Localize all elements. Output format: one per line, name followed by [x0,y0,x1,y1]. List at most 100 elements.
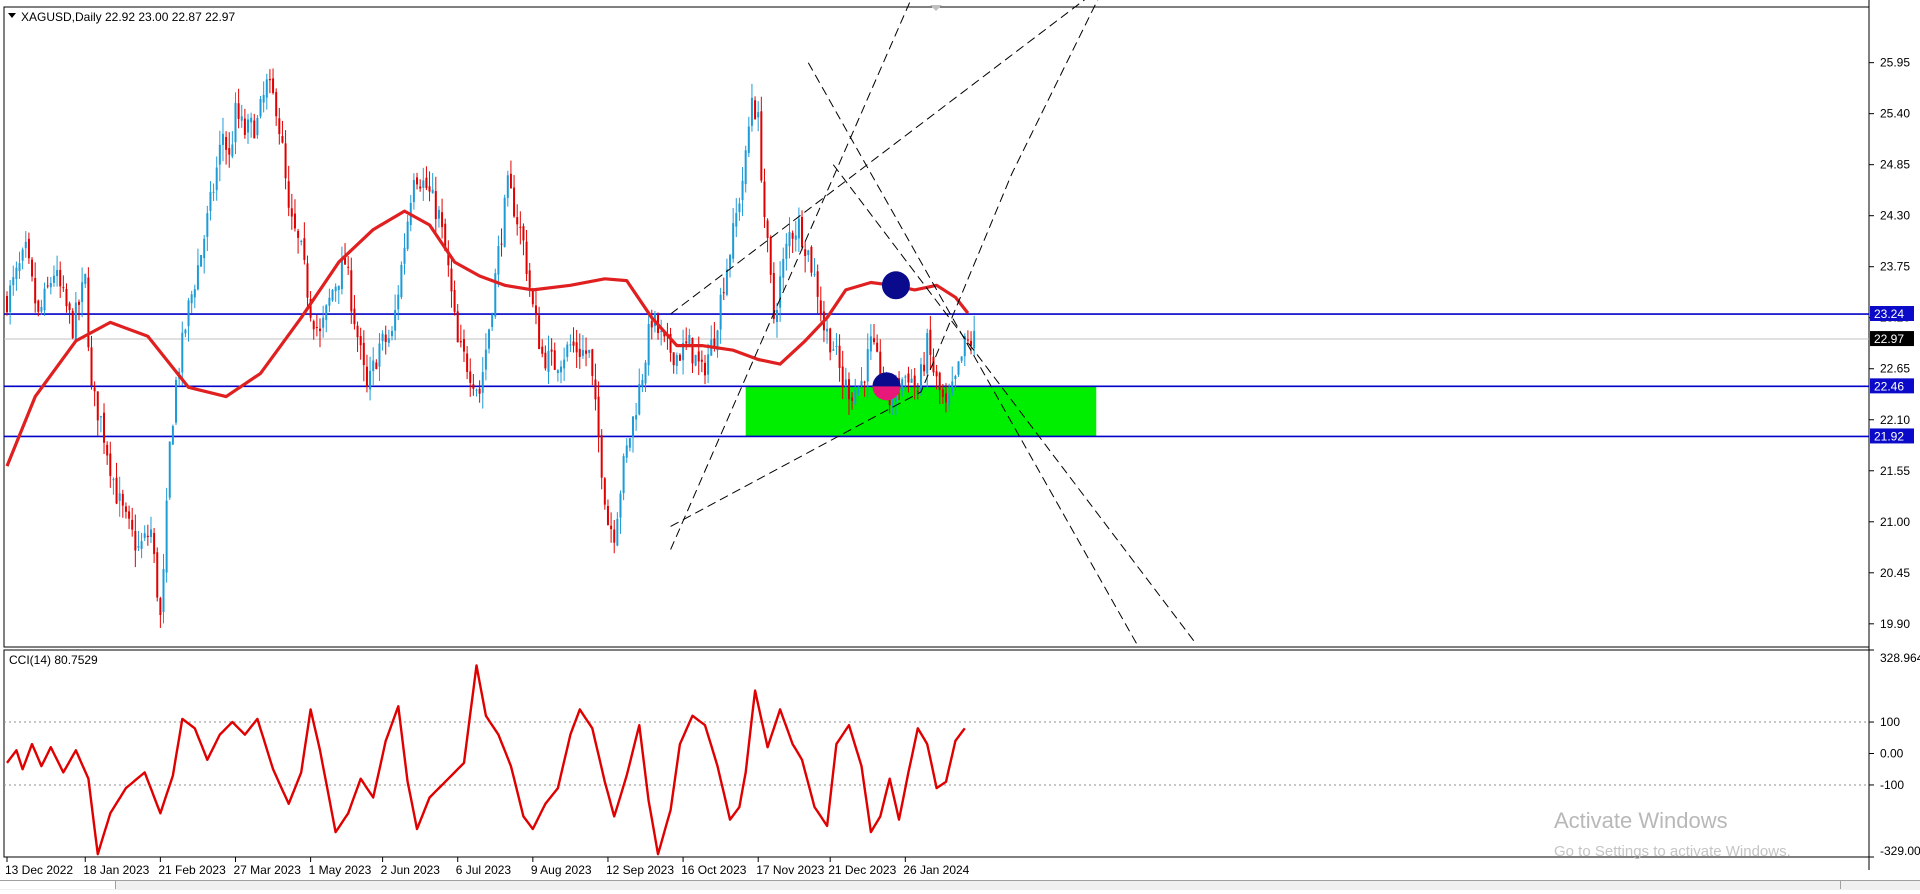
candle-body [675,355,678,366]
candle-body [403,247,406,264]
candle-body [841,366,844,388]
candle-body [847,379,850,400]
candle-body [175,379,178,423]
candle-body [766,220,769,238]
candle-body [616,518,619,546]
candle-body [109,453,112,476]
candle-body [462,339,465,352]
candle-body [43,288,46,311]
candle [810,245,813,277]
candle-body [750,97,753,126]
candle-body [788,231,791,247]
candle-body [647,324,650,366]
candle-body [165,500,168,573]
candle-body [6,296,8,313]
watermark-subtitle: Go to Settings to activate Windows. [1554,843,1791,860]
cci-tick-label: 328.964 [1880,651,1920,665]
candle-body [81,282,84,303]
candle-body [538,315,541,350]
candle-body [303,238,306,260]
candle-body [231,144,234,157]
candle-body [431,189,434,194]
candle-body [356,325,359,338]
candle-body [854,389,857,405]
candle-body [735,213,738,227]
candle-body [829,328,832,353]
candle-body [140,541,143,549]
y-tick-label: 21.55 [1880,464,1910,478]
candle-body [556,370,559,373]
candle-body [729,255,732,269]
candle-body [434,191,437,220]
candle-body [40,306,43,312]
candle-body [694,354,697,366]
candle-body [591,349,594,376]
candle-body [632,416,634,437]
candle-body [237,103,240,119]
candle-body [844,379,847,385]
candle-body [625,445,628,458]
chart-tab[interactable] [240,881,1841,889]
ohlc-label: 22.92 23.00 22.87 22.97 [105,10,235,24]
candle-body [957,361,960,375]
candle-body [143,533,146,538]
candle-body [910,378,913,383]
candle-body [359,336,362,346]
y-tick-label: 22.10 [1880,413,1910,427]
candle-body [221,133,224,145]
candle-body [941,389,944,397]
candle-body [951,381,954,393]
candle-body [685,341,688,344]
candle-body [146,535,149,538]
candle-body [168,441,171,498]
candle-body [300,240,303,242]
cci-tick-label: 100 [1880,715,1900,729]
candle-body [287,181,290,208]
candle-body [816,271,819,297]
candle-body [945,393,947,403]
candle-body [904,376,907,378]
candle-body [522,226,525,241]
candle-body [907,373,910,383]
candle-body [319,328,321,332]
candle-body [804,249,807,256]
candle-body [156,552,159,598]
candle-body [209,192,212,211]
signal-marker[interactable] [881,271,910,300]
candle-body [218,144,221,165]
candle-body [265,79,268,98]
cci-tick-label: -100 [1880,778,1904,792]
candle-body [234,102,237,143]
candle-body [478,388,481,394]
candle-body [18,263,21,272]
candle-body [268,78,271,81]
candle-body [832,349,835,351]
candle-body [375,362,378,370]
chart-tab[interactable] [0,881,116,889]
candle-body [550,349,553,352]
candle-body [826,328,829,332]
candle-body [519,226,522,228]
candle-body [876,342,879,352]
candle-body [456,311,459,343]
cci-tick-label: -329.000 [1880,844,1920,858]
candle-body [215,167,218,191]
x-tick-label: 21 Feb 2023 [158,863,226,877]
chart-canvas[interactable]: XAGUSD,Daily 22.92 23.00 22.87 22.97 CCI… [0,0,1920,889]
candle-body [228,148,231,155]
candle-body [419,186,422,189]
candle-body [610,525,613,530]
candle-body [52,275,55,283]
candle-body [484,349,487,370]
candle [87,267,90,352]
candle-body [397,294,400,310]
candle-body [638,384,641,415]
candle-body [34,278,37,304]
candle-body [819,300,822,315]
candle-body [581,349,584,356]
candle-body [372,360,375,372]
candle-body [184,329,187,334]
y-tick-label: 25.95 [1880,56,1910,70]
trading-chart[interactable]: XAGUSD,Daily 22.92 23.00 22.87 22.97 CCI… [0,0,1920,890]
candle [400,261,403,300]
